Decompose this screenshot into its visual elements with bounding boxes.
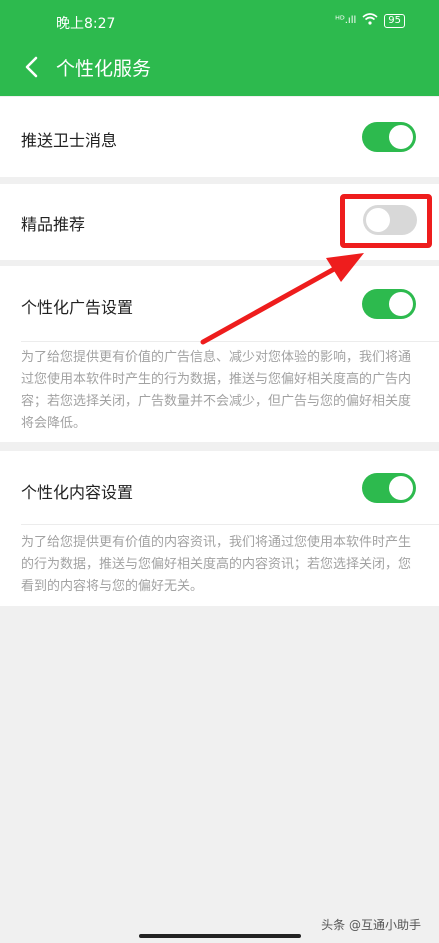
home-indicator[interactable] bbox=[139, 934, 301, 938]
watermark: 头条 @互通小助手 bbox=[321, 918, 421, 932]
annotation-arrow bbox=[200, 253, 364, 345]
